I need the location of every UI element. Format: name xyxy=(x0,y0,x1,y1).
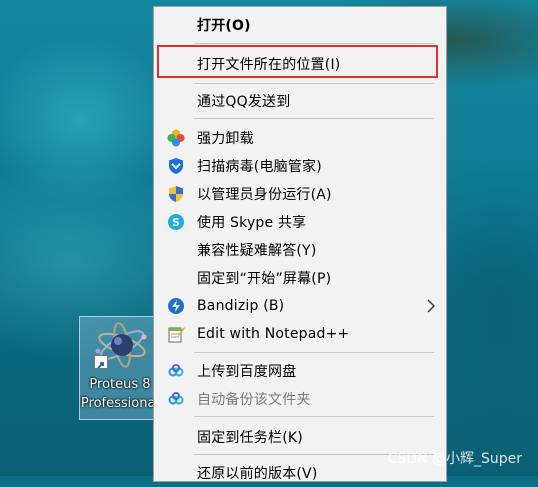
chevron-right-icon xyxy=(427,299,435,313)
menu-separator xyxy=(194,416,434,417)
menu-item-share-skype[interactable]: S 使用 Skype 共享 xyxy=(154,208,446,236)
menu-item-send-via-qq[interactable]: 通过QQ发送到 xyxy=(154,87,446,115)
uac-shield-icon xyxy=(169,186,183,202)
menu-item-scan-virus[interactable]: 扫描病毒(电脑管家) xyxy=(154,152,446,180)
menu-item-upload-baidu[interactable]: 上传到百度网盘 xyxy=(154,357,446,385)
menu-item-label: 还原以前的版本(V) xyxy=(197,466,318,482)
menu-item-label: 固定到任务栏(K) xyxy=(197,430,303,446)
baidu-cloud-icon xyxy=(168,364,184,377)
notepad-plus-plus-icon xyxy=(168,327,185,343)
menu-separator xyxy=(194,83,434,84)
bandizip-icon xyxy=(168,298,184,314)
shortcut-label: Proteus 8 Professional xyxy=(80,375,160,413)
shortcut-label-line2: Professional xyxy=(80,396,160,411)
menu-item-pin-to-start[interactable]: 固定到“开始”屏幕(P) xyxy=(154,264,446,292)
menu-item-label: 自动备份该文件夹 xyxy=(197,392,311,408)
svg-text:S: S xyxy=(172,216,180,229)
menu-item-label: 强力卸载 xyxy=(197,131,254,147)
menu-item-label: 扫描病毒(电脑管家) xyxy=(197,159,322,175)
power-uninstall-icon xyxy=(167,129,185,147)
menu-item-label: 固定到“开始”屏幕(P) xyxy=(197,271,332,287)
menu-item-label: Bandizip (B) xyxy=(197,298,285,314)
menu-separator xyxy=(194,43,434,44)
menu-item-label: 上传到百度网盘 xyxy=(197,364,297,380)
menu-item-power-uninstall[interactable]: 强力卸载 xyxy=(154,124,446,152)
menu-item-auto-backup[interactable]: 自动备份该文件夹 xyxy=(154,385,446,413)
menu-item-edit-notepadpp[interactable]: Edit with Notepad++ xyxy=(154,320,446,348)
menu-item-label: 以管理员身份运行(A) xyxy=(197,187,332,203)
menu-item-compat-troubleshoot[interactable]: 兼容性疑难解答(Y) xyxy=(154,236,446,264)
menu-item-label: Edit with Notepad++ xyxy=(197,326,350,342)
menu-item-label: 打开(O) xyxy=(197,18,251,34)
skype-icon: S xyxy=(168,214,184,230)
menu-item-run-as-admin[interactable]: 以管理员身份运行(A) xyxy=(154,180,446,208)
shortcut-arrow-icon xyxy=(94,355,108,369)
shield-scan-icon xyxy=(169,158,183,174)
menu-item-pin-to-taskbar[interactable]: 固定到任务栏(K) xyxy=(154,423,446,451)
highlight-box xyxy=(157,45,438,78)
menu-item-label: 通过QQ发送到 xyxy=(197,94,291,110)
baidu-cloud-icon xyxy=(168,392,184,405)
watermark: CSDN @小辉_Super xyxy=(387,451,522,467)
shortcut-label-line1: Proteus 8 xyxy=(89,377,151,392)
proteus-shortcut[interactable]: Proteus 8 Professional xyxy=(79,316,159,420)
menu-item-open[interactable]: 打开(O) xyxy=(154,11,446,39)
menu-separator xyxy=(194,118,434,119)
menu-item-label: 兼容性疑难解答(Y) xyxy=(197,243,317,259)
menu-item-label: 使用 Skype 共享 xyxy=(197,215,307,231)
menu-item-bandizip[interactable]: Bandizip (B) xyxy=(154,292,446,320)
menu-separator xyxy=(194,352,434,353)
